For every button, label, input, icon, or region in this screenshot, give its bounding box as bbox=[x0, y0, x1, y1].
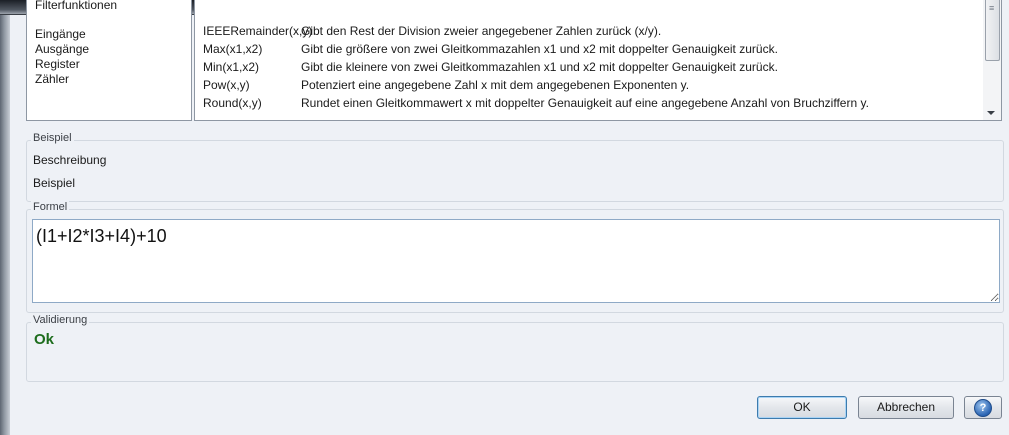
function-row[interactable]: Max(x1,x2) Gibt die größere von zwei Gle… bbox=[195, 40, 985, 58]
validation-group: Validierung bbox=[26, 314, 1004, 382]
scroll-down-icon[interactable] bbox=[987, 111, 995, 115]
example-description-label: Beschreibung bbox=[33, 153, 107, 167]
formula-group-title: Formel bbox=[31, 201, 70, 213]
function-list-scrollbar[interactable]: ≡ bbox=[983, 0, 1002, 121]
function-name: IEEERemainder(x,y) bbox=[203, 24, 313, 38]
function-description: Rundet einen Gleitkommawert x mit doppel… bbox=[301, 96, 869, 110]
category-item[interactable]: Ausgänge bbox=[35, 42, 89, 56]
help-button[interactable]: ? bbox=[964, 396, 1002, 419]
formula-input[interactable]: (I1+I2*I3+I4)+10 bbox=[32, 219, 1000, 303]
ok-button[interactable]: OK bbox=[757, 396, 847, 419]
scroll-thumb[interactable]: ≡ bbox=[985, 0, 1000, 61]
function-row[interactable]: Round(x,y) Rundet einen Gleitkommawert x… bbox=[195, 94, 985, 112]
function-row[interactable]: IEEERemainder(x,y) Gibt den Rest der Div… bbox=[195, 22, 985, 40]
example-text-label: Beispiel bbox=[33, 176, 76, 190]
function-description: Gibt die kleinere von zwei Gleitkommazah… bbox=[301, 60, 778, 74]
window-border bbox=[0, 0, 10, 435]
validation-status: Ok bbox=[34, 331, 55, 348]
function-name: Max(x1,x2) bbox=[203, 42, 263, 56]
example-group: Beispiel Beschreibung Beispiel bbox=[26, 132, 1004, 202]
function-name: Round(x,y) bbox=[203, 96, 262, 110]
category-item[interactable]: Eingänge bbox=[35, 27, 86, 41]
cancel-button[interactable]: Abbrechen bbox=[858, 396, 954, 419]
function-description: Potenziert eine angegebene Zahl x mit de… bbox=[301, 78, 690, 92]
category-item[interactable]: Filterfunktionen bbox=[35, 0, 117, 12]
function-list[interactable]: IEEERemainder(x,y) Gibt den Rest der Div… bbox=[194, 0, 986, 121]
function-row[interactable]: Min(x1,x2) Gibt die kleinere von zwei Gl… bbox=[195, 58, 985, 76]
function-name: Min(x1,x2) bbox=[203, 60, 260, 74]
function-name: Pow(x,y) bbox=[203, 78, 250, 92]
validation-group-title: Validierung bbox=[31, 314, 90, 326]
formula-editor-dialog: ... Filterfunktionen Eingänge Ausgänge R… bbox=[0, 0, 1009, 435]
function-description: Gibt den Rest der Division zweier angege… bbox=[301, 24, 662, 38]
function-description: Gibt die größere von zwei Gleitkommazahl… bbox=[301, 42, 778, 56]
category-list[interactable]: Filterfunktionen Eingänge Ausgänge Regis… bbox=[26, 0, 192, 121]
example-group-title: Beispiel bbox=[31, 132, 74, 144]
grip-icon: ≡ bbox=[989, 3, 995, 13]
category-item[interactable]: Register bbox=[35, 57, 80, 71]
help-icon: ? bbox=[974, 399, 992, 417]
function-row[interactable]: Pow(x,y) Potenziert eine angegebene Zahl… bbox=[195, 76, 985, 94]
category-item[interactable]: Zähler bbox=[35, 72, 69, 86]
